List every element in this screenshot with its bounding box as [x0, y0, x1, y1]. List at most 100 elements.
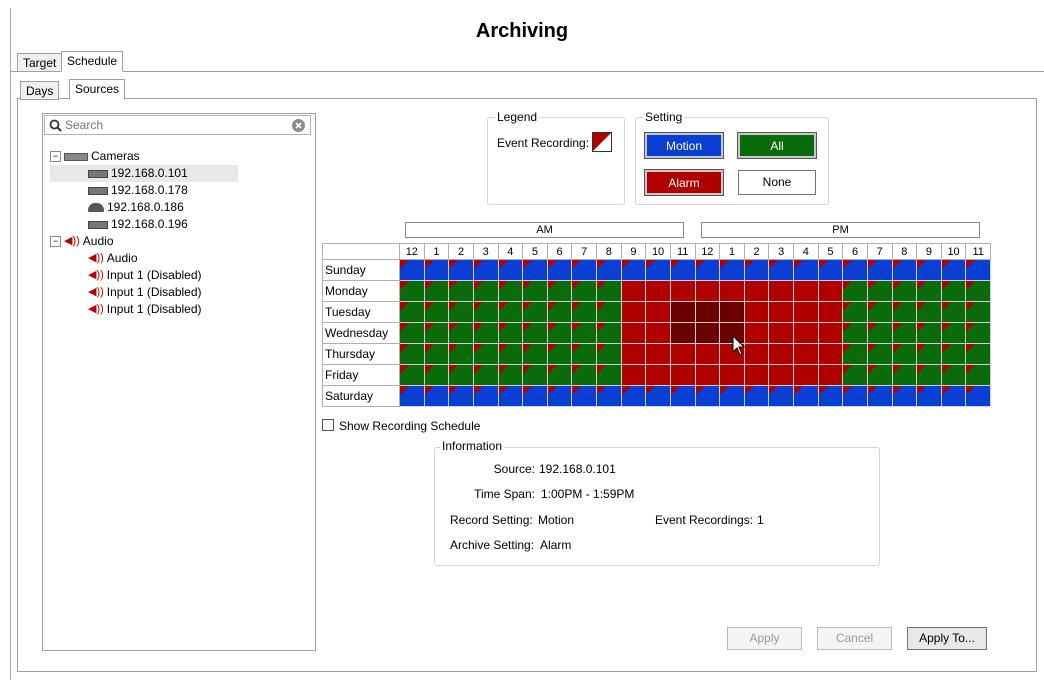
schedule-cell[interactable]	[645, 322, 671, 344]
schedule-cell[interactable]	[571, 364, 597, 386]
schedule-cell[interactable]	[719, 259, 745, 281]
hour-header[interactable]: 1	[719, 243, 745, 260]
schedule-cell[interactable]	[472, 280, 499, 302]
schedule-cell[interactable]	[669, 364, 696, 386]
hour-header[interactable]: 11	[669, 243, 696, 260]
schedule-cell[interactable]	[546, 343, 573, 365]
schedule-cell[interactable]	[596, 259, 622, 281]
schedule-cell[interactable]	[719, 385, 745, 407]
tree-node-audio[interactable]: − ◀)) Audio	[50, 233, 310, 250]
day-label[interactable]: Wednesday	[322, 322, 400, 344]
tree-audio-item[interactable]: ◀)) Input 1 (Disabled)	[50, 301, 310, 318]
day-label[interactable]: Friday	[322, 364, 400, 386]
alarm-button[interactable]: Alarm	[644, 169, 724, 196]
schedule-cell[interactable]	[916, 343, 942, 365]
schedule-cell[interactable]	[916, 385, 942, 407]
schedule-cell[interactable]	[842, 322, 868, 344]
schedule-cell[interactable]	[472, 322, 499, 344]
schedule-cell[interactable]	[546, 364, 573, 386]
schedule-cell[interactable]	[423, 322, 450, 344]
schedule-cell[interactable]	[645, 259, 671, 281]
schedule-cell[interactable]	[842, 280, 868, 302]
schedule-cell[interactable]	[620, 259, 647, 281]
apply-to-button[interactable]: Apply To...	[907, 627, 987, 650]
tree-camera-item[interactable]: 192.168.0.178	[50, 182, 310, 199]
schedule-cell[interactable]	[743, 364, 770, 386]
schedule-cell[interactable]	[940, 280, 967, 302]
schedule-cell[interactable]	[399, 343, 425, 365]
schedule-cell[interactable]	[793, 301, 819, 323]
schedule-cell[interactable]	[817, 343, 844, 365]
schedule-cell[interactable]	[571, 259, 597, 281]
schedule-cell[interactable]	[768, 343, 794, 365]
schedule-cell[interactable]	[669, 259, 696, 281]
schedule-cell[interactable]	[448, 280, 474, 302]
schedule-cell[interactable]	[743, 343, 770, 365]
schedule-cell[interactable]	[793, 364, 819, 386]
schedule-cell[interactable]	[448, 343, 474, 365]
schedule-cell[interactable]	[719, 301, 745, 323]
tab-schedule[interactable]: Schedule	[61, 51, 124, 72]
schedule-cell[interactable]	[596, 280, 622, 302]
hour-header[interactable]: 7	[571, 243, 597, 260]
schedule-cell[interactable]	[940, 385, 967, 407]
motion-button[interactable]: Motion	[644, 132, 724, 159]
schedule-cell[interactable]	[596, 385, 622, 407]
schedule-cell[interactable]	[793, 280, 819, 302]
schedule-cell[interactable]	[645, 343, 671, 365]
schedule-cell[interactable]	[940, 301, 967, 323]
tab-target[interactable]: Target	[17, 53, 63, 72]
hour-header[interactable]: 12	[694, 243, 721, 260]
schedule-cell[interactable]	[817, 259, 844, 281]
schedule-cell[interactable]	[891, 280, 918, 302]
schedule-cell[interactable]	[571, 385, 597, 407]
schedule-cell[interactable]	[842, 385, 868, 407]
schedule-cell[interactable]	[842, 259, 868, 281]
schedule-cell[interactable]	[645, 385, 671, 407]
schedule-cell[interactable]	[522, 280, 548, 302]
schedule-cell[interactable]	[866, 364, 893, 386]
schedule-cell[interactable]	[743, 301, 770, 323]
schedule-cell[interactable]	[694, 343, 721, 365]
schedule-cell[interactable]	[694, 259, 721, 281]
schedule-cell[interactable]	[448, 385, 474, 407]
hour-header[interactable]: 9	[916, 243, 942, 260]
schedule-cell[interactable]	[743, 280, 770, 302]
hour-header[interactable]: 9	[620, 243, 647, 260]
tree-camera-item-selected[interactable]: 192.168.0.101	[50, 165, 238, 182]
hour-header[interactable]: 2	[448, 243, 474, 260]
schedule-cell[interactable]	[620, 364, 647, 386]
schedule-cell[interactable]	[768, 280, 794, 302]
schedule-cell[interactable]	[497, 385, 524, 407]
clear-search-icon[interactable]	[291, 118, 306, 133]
hour-header[interactable]: 11	[965, 243, 991, 260]
schedule-cell[interactable]	[965, 280, 991, 302]
schedule-cell[interactable]	[965, 343, 991, 365]
schedule-cell[interactable]	[399, 280, 425, 302]
schedule-cell[interactable]	[694, 364, 721, 386]
hour-header[interactable]: 8	[891, 243, 918, 260]
schedule-cell[interactable]	[497, 364, 524, 386]
hour-header[interactable]: 10	[940, 243, 967, 260]
schedule-cell[interactable]	[620, 301, 647, 323]
schedule-cell[interactable]	[669, 343, 696, 365]
schedule-cell[interactable]	[571, 343, 597, 365]
schedule-cell[interactable]	[940, 322, 967, 344]
schedule-cell[interactable]	[817, 280, 844, 302]
schedule-cell[interactable]	[399, 385, 425, 407]
schedule-cell[interactable]	[497, 280, 524, 302]
schedule-cell[interactable]	[743, 385, 770, 407]
collapse-icon[interactable]: −	[50, 151, 61, 163]
hour-header[interactable]: 7	[866, 243, 893, 260]
tree-camera-item[interactable]: 192.168.0.196	[50, 216, 310, 233]
schedule-cell[interactable]	[842, 301, 868, 323]
schedule-cell[interactable]	[399, 364, 425, 386]
schedule-cell[interactable]	[669, 301, 696, 323]
schedule-cell[interactable]	[817, 322, 844, 344]
schedule-cell[interactable]	[891, 322, 918, 344]
tree-camera-item[interactable]: 192.168.0.186	[50, 199, 310, 216]
schedule-cell[interactable]	[472, 343, 499, 365]
schedule-cell[interactable]	[965, 322, 991, 344]
tab-days[interactable]: Days	[20, 81, 60, 100]
schedule-cell[interactable]	[448, 364, 474, 386]
